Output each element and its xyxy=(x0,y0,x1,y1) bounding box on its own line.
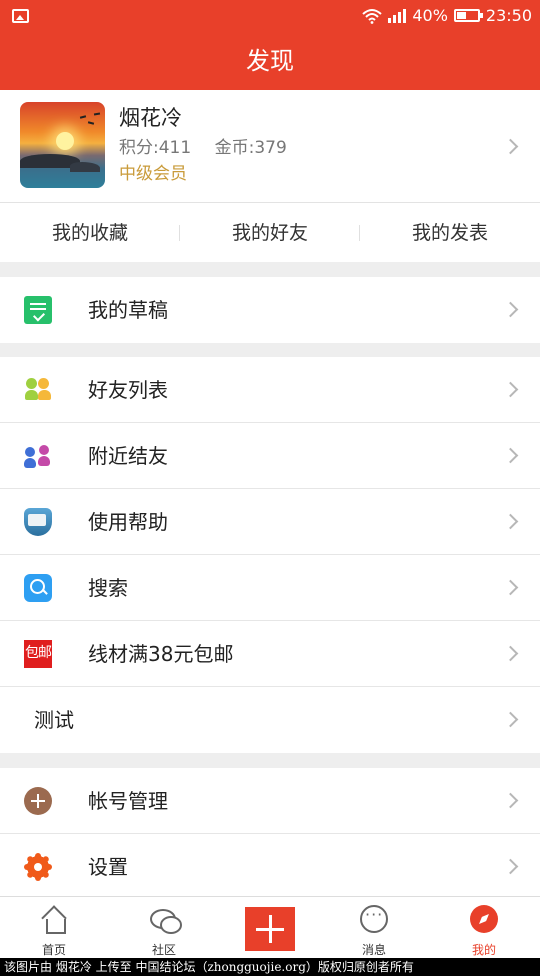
compass-icon xyxy=(470,905,498,933)
chevron-right-icon xyxy=(502,858,519,875)
menu-item-label: 使用帮助 xyxy=(88,510,168,534)
nav-home[interactable]: 首页 xyxy=(0,897,108,959)
profile-card[interactable]: 烟花冷 积分:411 金币:379 中级会员 xyxy=(0,90,540,202)
chevron-right-icon xyxy=(502,792,519,809)
avatar[interactable] xyxy=(20,102,105,188)
gear-icon xyxy=(24,853,52,881)
menu-item-search[interactable]: 搜索 xyxy=(0,555,540,621)
free-shipping-badge-icon: 包邮 xyxy=(24,640,52,668)
page-title: 发现 xyxy=(0,34,540,90)
user-stats: 积分:411 金币:379 xyxy=(119,133,305,158)
bottom-nav: 首页 社区 消息 我的 xyxy=(0,896,540,958)
battery-percent: 40% xyxy=(412,6,448,25)
draft-icon xyxy=(24,296,52,324)
menu-item-label: 测试 xyxy=(34,708,74,732)
chevron-right-icon xyxy=(502,381,519,398)
new-post-button[interactable] xyxy=(245,907,295,951)
nav-label: 首页 xyxy=(41,943,66,957)
tab-friends[interactable]: 我的好友 xyxy=(180,203,360,262)
clock: 23:50 xyxy=(485,6,532,25)
menu-item-account[interactable]: 帐号管理 xyxy=(0,768,540,834)
username: 烟花冷 xyxy=(119,106,182,130)
wifi-icon xyxy=(362,8,382,24)
nav-label: 社区 xyxy=(151,943,176,957)
tab-favorites[interactable]: 我的收藏 xyxy=(0,203,180,262)
menu-item-label: 线材满38元包邮 xyxy=(88,642,234,666)
nearby-people-icon xyxy=(24,442,52,470)
points-value: 积分:411 xyxy=(119,138,192,158)
add-circle-icon xyxy=(24,787,52,815)
quick-tabs: 我的收藏 我的好友 我的发表 xyxy=(0,202,540,262)
menu-item-label: 帐号管理 xyxy=(88,789,168,813)
chevron-right-icon xyxy=(502,645,519,662)
coins-value: 金币:379 xyxy=(214,138,287,158)
status-bar: 40% 23:50 xyxy=(0,0,540,34)
home-icon xyxy=(40,905,68,934)
divider xyxy=(179,225,180,241)
chevron-right-icon xyxy=(502,579,519,596)
chevron-right-icon xyxy=(502,513,519,530)
friends-icon xyxy=(24,376,52,404)
menu-item-friends-list[interactable]: 好友列表 xyxy=(0,357,540,423)
help-icon xyxy=(24,508,52,536)
menu-item-label: 设置 xyxy=(88,855,128,879)
menu-item-label: 好友列表 xyxy=(88,378,168,402)
battery-icon xyxy=(453,9,483,22)
chevron-right-icon xyxy=(502,711,519,728)
menu-item-label: 搜索 xyxy=(88,576,128,600)
watermark-caption: 该图片由 烟花冷 上传至 中国结论坛（zhongguojie.org）版权归原创… xyxy=(0,958,540,976)
message-icon xyxy=(360,905,388,933)
menu-item-help[interactable]: 使用帮助 xyxy=(0,489,540,555)
chevron-right-icon xyxy=(502,138,519,155)
menu-item-settings[interactable]: 设置 xyxy=(0,834,540,900)
chat-bubbles-icon xyxy=(150,905,182,934)
nav-me[interactable]: 我的 xyxy=(430,897,538,959)
menu-item-label: 附近结友 xyxy=(88,444,168,468)
image-notification-icon xyxy=(12,9,29,23)
menu-item-free-shipping[interactable]: 包邮 线材满38元包邮 xyxy=(0,621,540,687)
nav-messages[interactable]: 消息 xyxy=(320,897,428,959)
nav-label: 我的 xyxy=(471,943,496,957)
chevron-right-icon xyxy=(502,301,519,318)
member-level: 中级会员 xyxy=(119,164,187,184)
menu-item-test[interactable]: 测试 xyxy=(0,687,540,753)
status-right: 40% 23:50 xyxy=(362,6,532,25)
chevron-right-icon xyxy=(502,447,519,464)
nav-community[interactable]: 社区 xyxy=(110,897,218,959)
tab-posts[interactable]: 我的发表 xyxy=(360,203,540,262)
menu-item-drafts[interactable]: 我的草稿 xyxy=(0,277,540,343)
nav-label: 消息 xyxy=(361,943,386,957)
divider xyxy=(359,225,360,241)
menu-item-label: 我的草稿 xyxy=(88,298,168,322)
menu-item-nearby[interactable]: 附近结友 xyxy=(0,423,540,489)
search-icon xyxy=(24,574,52,602)
signal-icon xyxy=(388,8,407,23)
